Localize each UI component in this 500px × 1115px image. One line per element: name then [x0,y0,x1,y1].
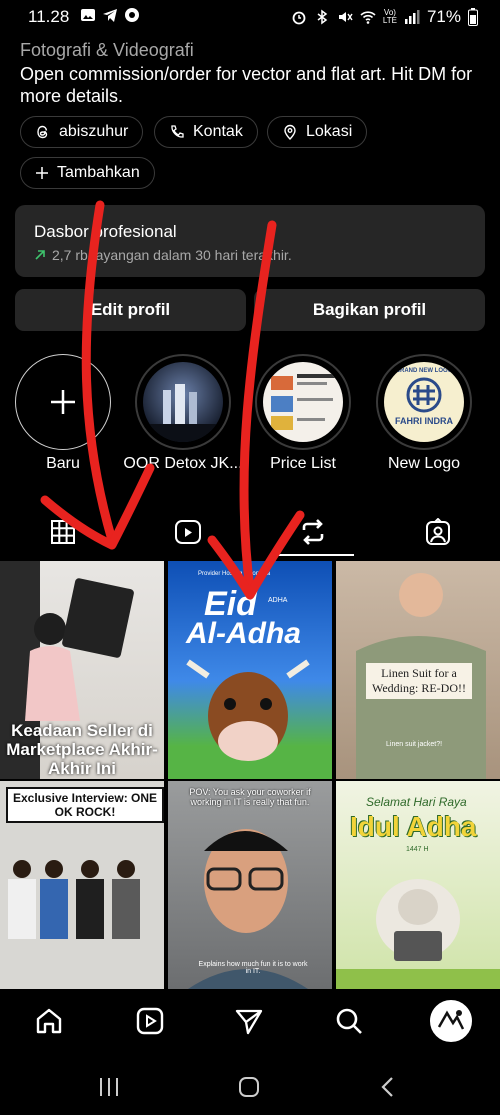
post-idul-adha[interactable]: Selamat Hari Raya Idul Adha 1447 H [336,781,500,989]
home-button-icon[interactable] [238,1076,260,1098]
repost-icon [302,519,323,545]
home-icon [36,1008,62,1034]
post-caption: Exclusive Interview: ONE OK ROCK! [6,787,164,823]
contact-label: Kontak [193,123,243,140]
search-icon [336,1008,362,1034]
bottom-navigation [0,990,500,1052]
highlight-logo-thumbnail: BRAND NEW LOGO FAHRI INDRA [384,362,464,442]
sheep-illustration [336,879,500,989]
mute-icon [338,12,353,22]
battery-percent: 71% [426,7,461,26]
highlight-oor-label: OOR Detox JK... [123,455,243,472]
post-year: 1447 H [406,846,429,853]
logo-mark [406,377,442,413]
post-it-coworker[interactable]: POV: You ask your coworker if working in… [168,781,332,989]
gallery-icon [81,9,95,21]
add-link-label: Tambahkan [57,164,140,181]
profile-bio: Open commission/order for vector and fla… [20,64,473,106]
location-chip[interactable]: Lokasi [267,116,368,148]
wifi-icon [360,11,376,24]
active-tab-indicator [270,554,354,556]
edit-profile-button[interactable]: Edit profil [15,289,246,331]
telegram-icon [103,9,117,22]
nav-direct[interactable] [232,1004,266,1038]
post-one-ok-rock[interactable]: Exclusive Interview: ONE OK ROCK! [0,781,164,989]
location-pin-icon [284,124,296,140]
location-label: Lokasi [306,123,353,140]
highlight-oor-detox[interactable] [135,354,231,450]
post-title-small: ADHA [268,597,288,604]
post-caption: Linen Suit for a Wedding: RE-DO!! [366,663,472,699]
status-system-icons: Vo) LTE 71% [291,7,478,27]
highlight-new-logo[interactable]: BRAND NEW LOGO FAHRI INDRA [376,354,472,450]
app-icon [125,8,139,22]
phone-icon [171,125,184,138]
nav-search[interactable] [332,1004,366,1038]
post-image [188,829,308,989]
threads-icon [37,125,48,139]
post-title-big: Idul Adha [350,811,477,842]
tab-tagged[interactable] [375,508,500,556]
post-eid-al-adha[interactable]: Provider Hosting Indonesia Eid ADHA Al-A… [168,561,332,779]
tab-grid[interactable] [0,508,125,556]
highlight-logo-label: New Logo [387,455,461,472]
back-icon[interactable] [380,1076,396,1098]
post-title-bottom: Al-Adha [186,617,301,650]
post-caption: POV: You ask your coworker if working in… [189,787,311,807]
highlight-price-thumbnail [263,362,343,442]
plus-icon [51,390,75,414]
system-navigation-bar [0,1052,500,1115]
contact-chip[interactable]: Kontak [154,116,258,148]
cow-illustration [186,659,310,761]
dashboard-title: Dasbor profesional [34,222,177,241]
tab-reels[interactable] [125,508,250,556]
nav-profile[interactable] [430,1000,472,1042]
post-title-small: Selamat Hari Raya [366,795,467,809]
status-notification-icons [80,7,140,23]
post-sub: Linen suit jacket?! [386,741,443,748]
professional-dashboard-card[interactable]: Dasbor profesional 2,7 rb tayangan dalam… [15,205,485,277]
profile-avatar [437,1010,465,1030]
volte-label: Vo) LTE [382,8,397,25]
reels-icon [136,1007,164,1035]
nav-reels[interactable] [133,1004,167,1038]
signal-icon [404,10,420,24]
plus-icon [36,167,48,179]
post-seller-marketplace[interactable]: Keadaan Seller di Marketplace Akhir-Akhi… [0,561,164,779]
post-sub: Explains how much fun it is to work in I… [198,961,308,975]
dashboard-subtitle: 2,7 rb tayangan dalam 30 hari terakhir. [52,247,292,263]
dashboard-subtitle-row: 2,7 rb tayangan dalam 30 hari terakhir. [34,247,292,263]
share-profile-button[interactable]: Bagikan profil [254,289,485,331]
highlight-new-label: Baru [46,455,80,472]
profile-tabs [0,508,500,558]
status-time: 11.28 [28,7,70,26]
direct-message-icon [235,1009,263,1035]
status-bar: 11.28 Vo) LTE 71% [0,0,500,34]
grid-icon [50,520,75,544]
highlight-new[interactable] [15,354,111,450]
post-caption: Keadaan Seller di Marketplace Akhir-Akhi… [6,721,158,778]
reels-icon [174,520,201,544]
profile-category: Fotografi & Videografi [20,40,194,60]
tagged-icon [425,518,450,545]
growth-arrow-icon [35,250,45,260]
band-photo [8,860,140,939]
tab-reposts[interactable] [250,508,375,556]
post-header: Provider Hosting Indonesia [198,571,271,577]
add-link-chip[interactable]: Tambahkan [20,157,155,189]
nav-home[interactable] [32,1004,66,1038]
battery-icon [468,8,478,26]
recent-apps-icon[interactable] [98,1077,120,1097]
highlight-price-list[interactable] [255,354,351,450]
highlight-oor-thumbnail [143,362,223,442]
post-linen-suit[interactable]: Linen Suit for a Wedding: RE-DO!! Linen … [336,561,500,779]
alarm-icon [292,11,306,25]
threads-link-chip[interactable]: abiszuhur [20,116,144,148]
bluetooth-icon [317,9,328,25]
highlight-price-label: Price List [270,455,336,472]
threads-link-label: abiszuhur [59,123,129,140]
